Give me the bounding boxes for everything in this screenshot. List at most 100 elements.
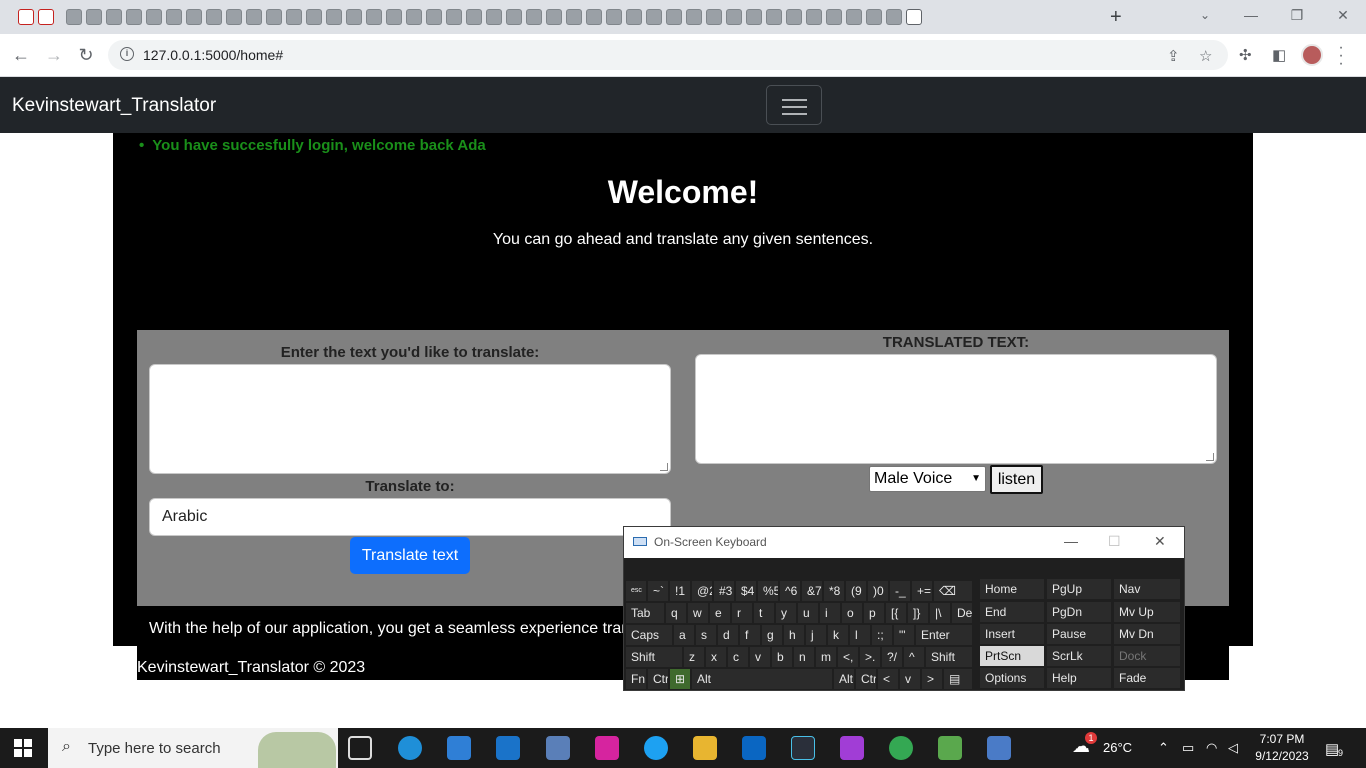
edge-icon[interactable] <box>398 736 422 760</box>
osk-key[interactable]: ]} <box>908 603 928 623</box>
mail-icon[interactable] <box>496 736 520 760</box>
wifi-icon[interactable]: ◠ <box>1206 740 1217 756</box>
osk-key[interactable]: t <box>754 603 774 623</box>
tab-favicon[interactable] <box>466 9 482 25</box>
linkedin-icon[interactable] <box>742 736 766 760</box>
osk-key[interactable]: $4 <box>736 581 756 601</box>
osk-key[interactable]: Shift <box>626 647 682 667</box>
osk-key[interactable]: &7 <box>802 581 822 601</box>
on-screen-keyboard-taskbar-icon[interactable] <box>987 736 1011 760</box>
osk-key[interactable]: |\ <box>930 603 950 623</box>
source-text-area[interactable] <box>149 364 671 474</box>
osk-dock-key[interactable]: Dock <box>1114 646 1180 666</box>
forward-arrow-icon[interactable]: → <box>43 44 65 66</box>
instagram-icon[interactable] <box>595 736 619 760</box>
osk-key[interactable]: Ctrl <box>856 669 876 689</box>
volume-icon[interactable]: ◁ <box>1228 740 1238 756</box>
osk-pause-key[interactable]: Pause <box>1047 624 1111 644</box>
osk-key[interactable]: <, <box>838 647 858 667</box>
osk-key[interactable]: :; <box>872 625 892 645</box>
tab-favicon[interactable] <box>826 9 842 25</box>
share-icon[interactable]: ⇪ <box>1167 47 1180 65</box>
osk-scrlk-key[interactable]: ScrLk <box>1047 646 1111 666</box>
osk-key[interactable]: k <box>828 625 848 645</box>
osk-mvdn-key[interactable]: Mv Dn <box>1114 624 1180 644</box>
osk-options-key[interactable]: Options <box>980 668 1044 688</box>
osk-key[interactable]: "' <box>894 625 914 645</box>
battery-icon[interactable]: ▭ <box>1182 740 1194 756</box>
tab-favicon[interactable] <box>246 9 262 25</box>
osk-key[interactable]: q <box>666 603 686 623</box>
tab-search-icon[interactable]: ⌄ <box>1196 6 1214 24</box>
osk-key[interactable]: ^6 <box>780 581 800 601</box>
close-button[interactable]: ✕ <box>1320 0 1366 30</box>
osk-key[interactable]: f <box>740 625 760 645</box>
tab-favicon[interactable] <box>186 9 202 25</box>
tab-favicon[interactable] <box>586 9 602 25</box>
microsoft-store-icon[interactable] <box>447 736 471 760</box>
osk-key[interactable]: Tab <box>626 603 664 623</box>
osk-mvup-key[interactable]: Mv Up <box>1114 602 1180 622</box>
osk-maximize-button[interactable]: ☐ <box>1108 533 1121 550</box>
tab-favicon[interactable] <box>726 9 742 25</box>
tab-favicon[interactable] <box>446 9 462 25</box>
osk-key[interactable]: y <box>776 603 796 623</box>
osk-key[interactable]: z <box>684 647 704 667</box>
tab-favicon[interactable] <box>106 9 122 25</box>
osk-key[interactable]: n <box>794 647 814 667</box>
osk-key[interactable]: !1 <box>670 581 690 601</box>
windows-logo-icon[interactable]: ⊞ <box>670 669 690 689</box>
tab-favicon[interactable] <box>406 9 422 25</box>
windows-start-icon[interactable] <box>14 739 32 757</box>
tab-favicon[interactable] <box>606 9 622 25</box>
osk-pgup-key[interactable]: PgUp <box>1047 579 1111 599</box>
tab-favicon[interactable] <box>286 9 302 25</box>
site-info-icon[interactable]: i <box>120 47 134 61</box>
tab-favicon[interactable] <box>546 9 562 25</box>
osk-home-key[interactable]: Home <box>980 579 1044 599</box>
osk-backspace-key[interactable]: ⌫ <box>934 581 972 601</box>
osk-fade-key[interactable]: Fade <box>1114 668 1180 688</box>
tab-favicon[interactable] <box>786 9 802 25</box>
osk-key[interactable]: o <box>842 603 862 623</box>
translated-text-area[interactable] <box>695 354 1217 464</box>
tab-favicon[interactable] <box>746 9 762 25</box>
osk-key[interactable]: ~` <box>648 581 668 601</box>
osk-key[interactable]: x <box>706 647 726 667</box>
osk-key[interactable]: d <box>718 625 738 645</box>
extensions-puzzle-icon[interactable]: ✣ <box>1239 46 1252 64</box>
app-icon[interactable] <box>938 736 962 760</box>
osk-key[interactable]: esc <box>626 581 646 601</box>
address-bar[interactable]: i 127.0.0.1:5000/home# ⇪ ☆ <box>108 40 1228 70</box>
osk-key[interactable]: Alt <box>692 669 832 689</box>
tab-favicon[interactable] <box>506 9 522 25</box>
tab-favicon[interactable] <box>686 9 702 25</box>
new-tab-button[interactable]: + <box>1110 6 1122 29</box>
osk-key[interactable]: [{ <box>886 603 906 623</box>
osk-up-arrow-key[interactable]: ^ <box>904 647 924 667</box>
osk-key[interactable]: *8 <box>824 581 844 601</box>
osk-key[interactable]: m <box>816 647 836 667</box>
tab-favicon[interactable] <box>386 9 402 25</box>
tab-favicon[interactable] <box>126 9 142 25</box>
osk-key[interactable]: += <box>912 581 932 601</box>
osk-key[interactable]: )0 <box>868 581 888 601</box>
osk-end-key[interactable]: End <box>980 602 1044 622</box>
navbar-toggler-button[interactable] <box>766 85 822 125</box>
osk-key[interactable]: Alt <box>834 669 854 689</box>
osk-key[interactable]: c <box>728 647 748 667</box>
osk-key[interactable]: s <box>696 625 716 645</box>
tab-favicon[interactable] <box>806 9 822 25</box>
osk-left-arrow-key[interactable]: < <box>878 669 898 689</box>
tab-favicon[interactable] <box>366 9 382 25</box>
weather-temperature[interactable]: 26°C <box>1103 740 1132 755</box>
tab-gmail[interactable] <box>18 9 34 25</box>
tab-active[interactable] <box>906 9 922 25</box>
tab-favicon[interactable] <box>346 9 362 25</box>
osk-pgdn-key[interactable]: PgDn <box>1047 602 1111 622</box>
tab-favicon[interactable] <box>866 9 882 25</box>
app-icon[interactable] <box>791 736 815 760</box>
tab-favicon[interactable] <box>626 9 642 25</box>
osk-key[interactable]: Shift <box>926 647 972 667</box>
tab-favicon[interactable] <box>166 9 182 25</box>
